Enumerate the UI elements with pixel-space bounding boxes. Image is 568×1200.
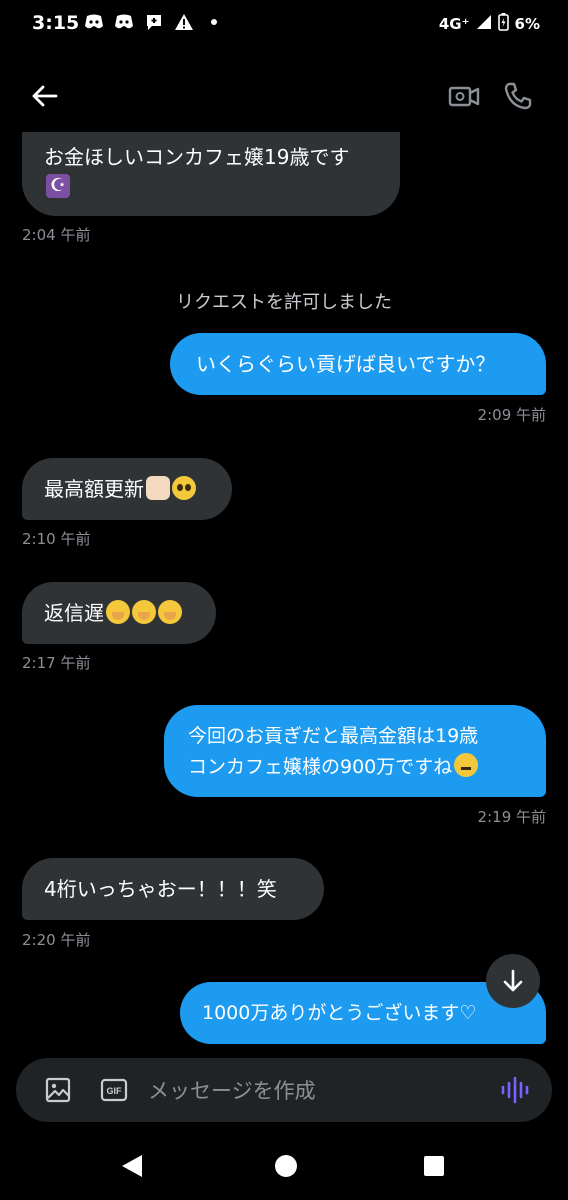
arrow-down-icon <box>503 969 523 992</box>
battery-icon <box>497 13 509 35</box>
gif-button[interactable]: GIF <box>100 1076 128 1104</box>
message-text: お金ほしいコンカフェ嬢19歳です <box>44 145 350 169</box>
back-button[interactable] <box>26 78 62 114</box>
message-text-line: 今回のお貢ぎだと最高金額は19歳 <box>188 725 479 747</box>
gif-label: GIF <box>107 1086 123 1096</box>
message-composer: GIF <box>16 1058 552 1122</box>
message-text-line: コンカフェ嬢様の900万ですね <box>188 756 453 778</box>
image-icon <box>45 1077 71 1103</box>
message-timestamp: 2:10 午前 <box>22 530 91 548</box>
giggle-face-emoji <box>132 600 156 624</box>
giggle-face-emoji <box>158 600 182 624</box>
chat-plus-icon <box>144 12 164 32</box>
nav-back-button[interactable] <box>118 1152 146 1180</box>
message-text: 1000万ありがとうございます♡ <box>202 1002 477 1024</box>
battery-percent: 6% <box>514 15 540 33</box>
message-timestamp: 2:17 午前 <box>22 654 91 672</box>
notification-icons <box>84 12 224 32</box>
message-bubble-sent[interactable]: いくらぐらい貢げば良いですか？ <box>170 333 546 395</box>
message-text: 返信遅 <box>44 601 104 625</box>
triangle-back-icon <box>122 1155 142 1177</box>
discord-icon <box>114 12 134 32</box>
message-timestamp: 2:09 午前 <box>477 406 546 424</box>
message-input[interactable] <box>146 1074 490 1108</box>
status-right: 4G⁺ 6% <box>439 13 540 35</box>
message-timestamp: 2:20 午前 <box>22 931 91 949</box>
nav-home-button[interactable] <box>272 1152 300 1180</box>
message-bubble-sent[interactable]: 今回のお貢ぎだと最高金額は19歳 コンカフェ嬢様の900万ですね <box>164 705 546 797</box>
message-timestamp: 2:19 午前 <box>477 808 546 826</box>
more-notifications-dot-icon <box>204 12 224 32</box>
phone-icon <box>504 82 532 110</box>
raised-fist-emoji <box>146 476 170 500</box>
message-timestamp: 2:04 午前 <box>22 226 91 244</box>
message-text: 最高額更新 <box>44 477 144 501</box>
conversation-header <box>0 60 568 130</box>
giggle-face-emoji <box>106 600 130 624</box>
voice-message-button[interactable] <box>500 1074 530 1106</box>
voice-waveform-icon <box>501 1076 529 1104</box>
star-and-crescent-emoji <box>46 171 70 201</box>
gif-icon: GIF <box>100 1078 128 1102</box>
network-type: 4G⁺ <box>438 15 470 33</box>
message-bubble-received[interactable]: 最高額更新 <box>22 458 232 520</box>
signal-icon <box>476 14 492 34</box>
circle-home-icon <box>275 1155 297 1177</box>
add-image-button[interactable] <box>44 1076 72 1104</box>
warning-icon <box>174 12 194 32</box>
thinking-face-emoji <box>454 753 479 777</box>
pleading-face-emoji <box>172 476 196 500</box>
audio-call-button[interactable] <box>500 78 536 114</box>
arrow-left-icon <box>32 85 58 107</box>
system-navigation-bar <box>0 1134 568 1200</box>
video-camera-icon <box>448 86 480 107</box>
system-message: リクエストを許可しました <box>176 292 392 313</box>
square-recents-icon <box>424 1156 444 1176</box>
video-call-button[interactable] <box>446 78 482 114</box>
message-text: 4桁いっちゃおー！！！笑 <box>44 877 277 901</box>
status-bar: 3:15 4G⁺ 6% <box>0 0 568 48</box>
message-text: いくらぐらい貢げば良いですか？ <box>196 352 496 376</box>
message-bubble-received[interactable]: お金ほしいコンカフェ嬢19歳です <box>22 132 400 216</box>
discord-icon <box>84 12 104 32</box>
status-time: 3:15 <box>32 12 80 34</box>
scroll-to-bottom-button[interactable] <box>486 954 540 1008</box>
message-bubble-received[interactable]: 返信遅 <box>22 582 216 644</box>
nav-recents-button[interactable] <box>422 1154 446 1178</box>
message-bubble-received[interactable]: 4桁いっちゃおー！！！笑 <box>22 858 324 920</box>
